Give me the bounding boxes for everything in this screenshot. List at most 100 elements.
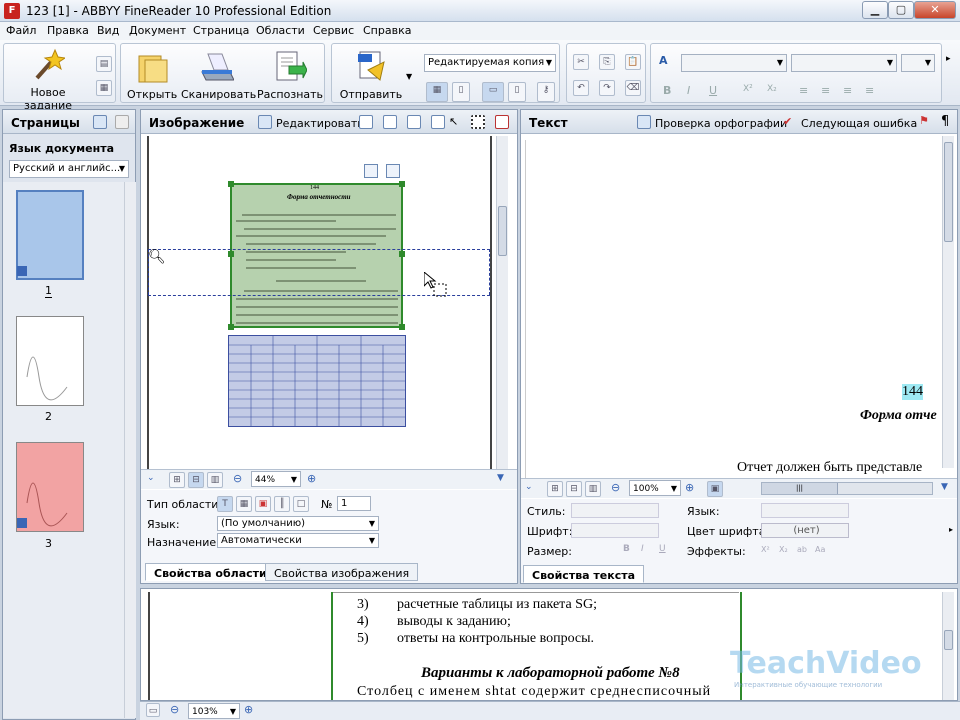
- maximize-button[interactable]: ▢: [888, 1, 914, 19]
- next-error-button[interactable]: Следующая ошибка: [801, 117, 917, 130]
- effect-superscript-icon[interactable]: X²: [761, 545, 770, 554]
- copy-mode-select[interactable]: Редактируемая копия ▼: [424, 54, 556, 72]
- delete-area-icon[interactable]: [495, 115, 509, 129]
- menu-file[interactable]: Файл: [6, 24, 36, 37]
- font-select[interactable]: ▼: [791, 54, 897, 72]
- text-vertical-scrollbar[interactable]: [942, 136, 954, 468]
- error-flag-icon[interactable]: ⚑: [919, 114, 929, 127]
- size-bold-icon[interactable]: B: [623, 544, 630, 554]
- area-properties-icon[interactable]: [386, 164, 400, 178]
- menu-view[interactable]: Вид: [97, 24, 119, 37]
- align-left-icon[interactable]: ≡: [799, 84, 808, 97]
- size-select[interactable]: ▼: [901, 54, 935, 72]
- subscript-icon[interactable]: X₂: [767, 84, 777, 94]
- effect-subscript-icon[interactable]: X₂: [779, 545, 788, 554]
- area-type-table-icon[interactable]: ▦: [236, 496, 252, 512]
- style-select[interactable]: ▼: [681, 54, 787, 72]
- tab-image-properties[interactable]: Свойства изображения: [265, 563, 419, 581]
- copy-icon[interactable]: ⎘: [599, 54, 615, 70]
- menu-edit[interactable]: Правка: [47, 24, 89, 37]
- two-pages-icon[interactable]: ▥: [207, 472, 223, 488]
- expand-props-icon[interactable]: ▸: [949, 525, 953, 534]
- size-underline-icon[interactable]: U: [659, 544, 666, 554]
- text-two-pages-icon[interactable]: ▥: [585, 481, 601, 497]
- layout-mode-icon[interactable]: ▦: [426, 82, 448, 102]
- pages-scrollbar[interactable]: [124, 182, 136, 718]
- menu-areas[interactable]: Области: [256, 24, 305, 37]
- text-fit-page-icon[interactable]: ⊞: [547, 481, 563, 497]
- text-collapse-icon[interactable]: ⌄: [525, 482, 533, 492]
- align-right-icon[interactable]: ≡: [843, 84, 852, 97]
- text-language-field[interactable]: [761, 503, 849, 518]
- justify-icon[interactable]: ≡: [865, 84, 874, 97]
- undo-icon[interactable]: ↶: [573, 80, 589, 96]
- align-center-icon[interactable]: ≡: [821, 84, 830, 97]
- text-horizontal-scrollbar[interactable]: |||: [761, 482, 933, 495]
- text-hscroll-thumb[interactable]: |||: [762, 483, 838, 494]
- text-scroll-thumb[interactable]: [944, 142, 953, 242]
- area-type-recognize-icon[interactable]: □: [293, 496, 309, 512]
- superscript-icon[interactable]: X²: [743, 84, 753, 94]
- menu-tools[interactable]: Сервис: [313, 24, 354, 37]
- page-add-icon[interactable]: [93, 115, 107, 129]
- spellcheck-icon[interactable]: [637, 115, 651, 129]
- picture-area-tool-icon[interactable]: [407, 115, 421, 129]
- page-view-icon[interactable]: ▭: [482, 82, 504, 102]
- tab-text-properties[interactable]: Свойства текста: [523, 565, 645, 583]
- text-area-selection[interactable]: 144 Форма отчетности: [228, 181, 405, 330]
- style-field[interactable]: [571, 503, 659, 518]
- doc-view-icon[interactable]: ▯: [508, 82, 526, 102]
- italic-icon[interactable]: I: [687, 84, 690, 97]
- page-settings-icon[interactable]: [115, 115, 129, 129]
- area-language-select[interactable]: (По умолчанию) ▼: [217, 516, 379, 531]
- zoom-out-icon[interactable]: ⊖: [233, 472, 242, 485]
- select-area-tool-icon[interactable]: [471, 115, 485, 129]
- next-error-icon[interactable]: ✔: [783, 115, 792, 128]
- font-field[interactable]: [571, 523, 659, 538]
- font-color-select[interactable]: (нет): [761, 523, 849, 538]
- area-order-icon[interactable]: [364, 164, 378, 178]
- text-zoom-select[interactable]: 100% ▼: [629, 480, 681, 496]
- area-type-barcode-icon[interactable]: ║: [274, 496, 290, 512]
- text-fit-width-icon[interactable]: ⊟: [566, 481, 582, 497]
- text-zoom-out-icon[interactable]: ⊖: [611, 481, 620, 494]
- effect-smallcaps-icon[interactable]: Aa: [815, 545, 825, 554]
- image-zoom-select[interactable]: 44% ▼: [251, 471, 301, 487]
- app-icon[interactable]: F: [4, 3, 20, 19]
- menu-document[interactable]: Документ: [129, 24, 186, 37]
- size-italic-icon[interactable]: I: [641, 544, 644, 554]
- menu-help[interactable]: Справка: [363, 24, 411, 37]
- bg-picture-tool-icon[interactable]: [431, 115, 445, 129]
- send-button[interactable]: Отправить: [338, 50, 404, 101]
- image-vertical-scrollbar[interactable]: [496, 136, 508, 471]
- bold-icon[interactable]: B: [663, 84, 671, 97]
- pointer-tool-icon[interactable]: ↖: [449, 115, 458, 128]
- clear-icon[interactable]: ⌫: [625, 80, 641, 96]
- tab-area-properties[interactable]: Свойства области: [145, 563, 276, 581]
- effect-strike-icon[interactable]: ab: [797, 545, 807, 554]
- underline-icon[interactable]: U: [709, 84, 717, 97]
- doc-language-select[interactable]: Русский и английс... ▼: [9, 160, 129, 178]
- zoom-window-select[interactable]: 103% ▼: [188, 703, 240, 719]
- area-type-picture-icon[interactable]: ▣: [255, 496, 271, 512]
- image-scroll-thumb[interactable]: [498, 206, 507, 256]
- text-zoom-in-icon[interactable]: ⊕: [685, 481, 694, 494]
- zoom-window-out-icon[interactable]: ⊖: [170, 703, 179, 716]
- copy-task-icon[interactable]: ▤: [96, 56, 112, 72]
- fit-width-icon[interactable]: ⊟: [188, 472, 204, 488]
- zoom-window-fit-icon[interactable]: ▭: [146, 703, 160, 717]
- zoom-window-in-icon[interactable]: ⊕: [244, 703, 253, 716]
- zoom-scroll-thumb[interactable]: [944, 630, 953, 650]
- task-list-icon[interactable]: ▦: [96, 80, 112, 96]
- new-task-button[interactable]: Новое задание: [6, 48, 90, 112]
- fit-page-icon[interactable]: ⊞: [169, 472, 185, 488]
- recognize-button[interactable]: Распознать: [257, 50, 323, 101]
- area-number-field[interactable]: 1: [337, 496, 371, 511]
- edit-image-button[interactable]: Редактировать: [276, 117, 364, 130]
- scan-button[interactable]: Сканировать: [181, 50, 256, 101]
- scroll-down-icon[interactable]: ▼: [497, 473, 504, 483]
- area-purpose-select[interactable]: Автоматически ▼: [217, 533, 379, 548]
- menu-page[interactable]: Страница: [193, 24, 249, 37]
- send-dropdown-icon[interactable]: ▼: [406, 72, 412, 81]
- open-button[interactable]: Открыть: [127, 50, 177, 101]
